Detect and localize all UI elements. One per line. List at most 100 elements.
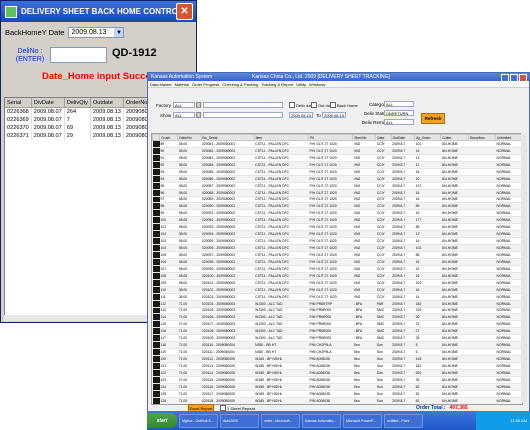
column-header[interactable]: DelivQty [64, 98, 91, 108]
menu-item[interactable]: Material [175, 82, 189, 87]
table-row[interactable]: 114 71.00 020106 - 2009080003 WJ300 - ALC T… [152, 313, 522, 322]
table-row[interactable]: 89 08.00 020081 - 2009080001 CST11 - PALLEN… [152, 140, 522, 148]
row-selector[interactable] [152, 168, 160, 176]
column-header[interactable]: Serial [5, 98, 32, 108]
taskbar-button[interactable]: Kansas Automatio... [302, 413, 341, 428]
table-row[interactable]: 108 08.00 020100 - 2009080002 CST11 - PALLE… [152, 272, 522, 280]
table-row[interactable]: 122 71.00 020114 - 2009080005 W185 - BP NS/… [152, 369, 522, 377]
table-row[interactable]: 120 71.00 020112 - 2009080005 W185 - BP NS/… [152, 355, 522, 363]
table-row[interactable]: 97 08.00 020089 - 2009080002 CST11 - PALLEN… [152, 196, 522, 204]
table-row[interactable]: 110 08.00 020102 - 2009080002 CST11 - PALLE… [152, 286, 522, 294]
row-selector[interactable] [152, 334, 160, 343]
row-selector[interactable] [152, 265, 160, 273]
table-row[interactable]: 96 08.00 020088 - 2009080002 CST11 - PALLEN… [152, 189, 522, 197]
table-row[interactable]: 90 08.00 020082 - 2009080002 CST11 - PALLEN… [152, 147, 522, 155]
table-row[interactable]: 119 71.00 020111 - 2009080004 N350 - BB HT P… [152, 348, 522, 357]
checkbox-icon[interactable] [330, 102, 336, 108]
table-row[interactable]: 92 08.00 020084 - 2009080002 CST11 - PALLEN… [152, 161, 522, 169]
chevron-down-icon[interactable]: ▼ [114, 28, 124, 37]
delino-input[interactable] [50, 47, 107, 63]
table-row[interactable]: 103 08.00 020095 - 2009080002 CST11 - PALLE… [152, 237, 522, 246]
row-selector[interactable] [152, 230, 160, 239]
close-button[interactable]: ✕ [176, 3, 193, 20]
refresh-button[interactable]: Refresh [421, 113, 445, 124]
row-selector[interactable] [152, 161, 160, 169]
show-lookup-button[interactable] [196, 112, 201, 118]
dialog-titlebar[interactable]: DELIVERY SHEET BACK HOME CONTROL [1, 1, 196, 22]
show-name-field[interactable] [203, 112, 283, 118]
row-selector[interactable] [152, 154, 160, 162]
row-selector[interactable] [152, 196, 160, 204]
deliv-status-select[interactable]: UNRETURN [384, 110, 414, 116]
row-selector[interactable] [152, 209, 160, 218]
row-selector[interactable] [152, 223, 160, 232]
factory-name-field[interactable] [203, 102, 283, 108]
table-row[interactable]: 113 71.00 020105 - 2009080003 WJ300 - ALC T… [152, 307, 522, 315]
taskbar-button[interactable]: order - Microsoft... [261, 413, 300, 428]
row-selector[interactable] [152, 390, 160, 398]
taskbar-button[interactable]: Microsoft PowerP... [343, 413, 382, 428]
table-row[interactable]: 116 71.00 020108 - 2009080003 WJ300 - ALC T… [152, 327, 522, 336]
category-select[interactable]: ALL [384, 101, 414, 107]
taskbar-button[interactable]: Mgbox - Outlook E... [179, 413, 218, 428]
table-row[interactable]: 115 71.00 020107 - 2009080003 WJ300 - ALC T… [152, 320, 522, 329]
row-selector[interactable] [152, 293, 160, 301]
row-selector[interactable] [152, 320, 160, 329]
table-row[interactable]: 102 08.00 020094 - 2009080002 CST11 - PALLE… [152, 230, 522, 239]
date-select[interactable]: 2009.08.13 ▼ [68, 27, 125, 38]
column-header[interactable]: DivDate [31, 98, 65, 108]
table-row[interactable]: 109 08.00 020101 - 2009080002 CST11 - PALLE… [152, 279, 522, 287]
row-selector[interactable] [152, 258, 160, 266]
row-selector[interactable] [152, 147, 160, 155]
menu-item[interactable]: Utility [296, 82, 306, 87]
table-row[interactable]: 91 08.00 020083 - 2009080002 CST11 - PALLEN… [152, 154, 522, 162]
window-close-button[interactable] [519, 74, 527, 82]
table-row[interactable]: 95 08.00 020087 - 2009080002 CST11 - PALLEN… [152, 182, 522, 190]
table-row[interactable]: 99 08.00 020091 - 2009080002 CST11 - PALLEN… [152, 209, 522, 218]
column-header[interactable]: Outdate [90, 98, 124, 108]
show-select[interactable]: ALL [173, 112, 195, 118]
row-selector[interactable] [152, 369, 160, 377]
vertical-scrollbar[interactable] [521, 133, 527, 403]
table-row[interactable]: 100 08.00 020092 - 2009080002 CST11 - PALLE… [152, 216, 522, 225]
table-row[interactable]: 124 71.00 020116 - 2009080005 W185 - BP NS/… [152, 383, 522, 391]
row-selector[interactable] [152, 244, 160, 252]
row-selector[interactable] [152, 355, 160, 363]
row-selector[interactable] [152, 313, 160, 322]
menu-item[interactable]: Tracking & Report [261, 82, 293, 87]
row-selector[interactable] [152, 175, 160, 183]
start-button[interactable]: start [147, 413, 177, 428]
table-row[interactable]: 101 08.00 020093 - 2009080002 CST11 - PALLE… [152, 223, 522, 232]
table-row[interactable]: 121 71.00 020113 - 2009080005 W185 - BP NS/… [152, 362, 522, 370]
table-row[interactable]: 104 08.00 020096 - 2009080002 CST11 - PALLE… [152, 244, 522, 252]
menu-item[interactable]: Checking & Packing [222, 82, 258, 87]
row-selector[interactable] [152, 182, 160, 190]
row-selector[interactable] [152, 202, 160, 211]
row-selector[interactable] [152, 251, 160, 259]
row-selector[interactable] [152, 376, 160, 384]
table-row[interactable]: 106 08.00 020098 - 2009080002 CST11 - PALLE… [152, 258, 522, 266]
table-row[interactable]: 98 08.00 020090 - 2009080002 CST11 - PALLEN… [152, 202, 522, 211]
row-selector[interactable] [152, 272, 160, 280]
table-row[interactable]: 105 08.00 020097 - 2009080002 CST11 - PALLE… [152, 251, 522, 259]
checkbox-icon[interactable] [311, 102, 317, 108]
table-row[interactable]: 123 71.00 020115 - 2009080005 W185 - BP NS/… [152, 376, 522, 384]
factory-lookup-button[interactable] [196, 102, 201, 108]
table-row[interactable]: 125 71.00 020117 - 2009080005 W185 - BP NS/… [152, 390, 522, 398]
row-selector[interactable] [152, 189, 160, 197]
row-selector[interactable] [152, 307, 160, 315]
maximize-button[interactable] [510, 74, 518, 82]
row-selector[interactable] [152, 140, 160, 148]
row-selector[interactable] [152, 383, 160, 391]
table-row[interactable]: 94 08.00 020086 - 2009080002 CST11 - PALLEN… [152, 175, 522, 183]
checkbox-icon[interactable] [289, 102, 295, 108]
factory-select[interactable]: ALL [173, 102, 195, 108]
row-selector[interactable] [152, 216, 160, 225]
date-from-field[interactable]: 2009.08.13 [289, 112, 313, 118]
row-selector[interactable] [152, 300, 160, 308]
row-selector[interactable] [152, 237, 160, 246]
taskbar-button[interactable]: Auto2009 [220, 413, 259, 428]
row-selector[interactable] [152, 279, 160, 287]
deliv-remark-select[interactable]: ALL [384, 119, 414, 125]
window-titlebar[interactable]: Kansas Automation System Kansas China Co… [148, 73, 529, 82]
